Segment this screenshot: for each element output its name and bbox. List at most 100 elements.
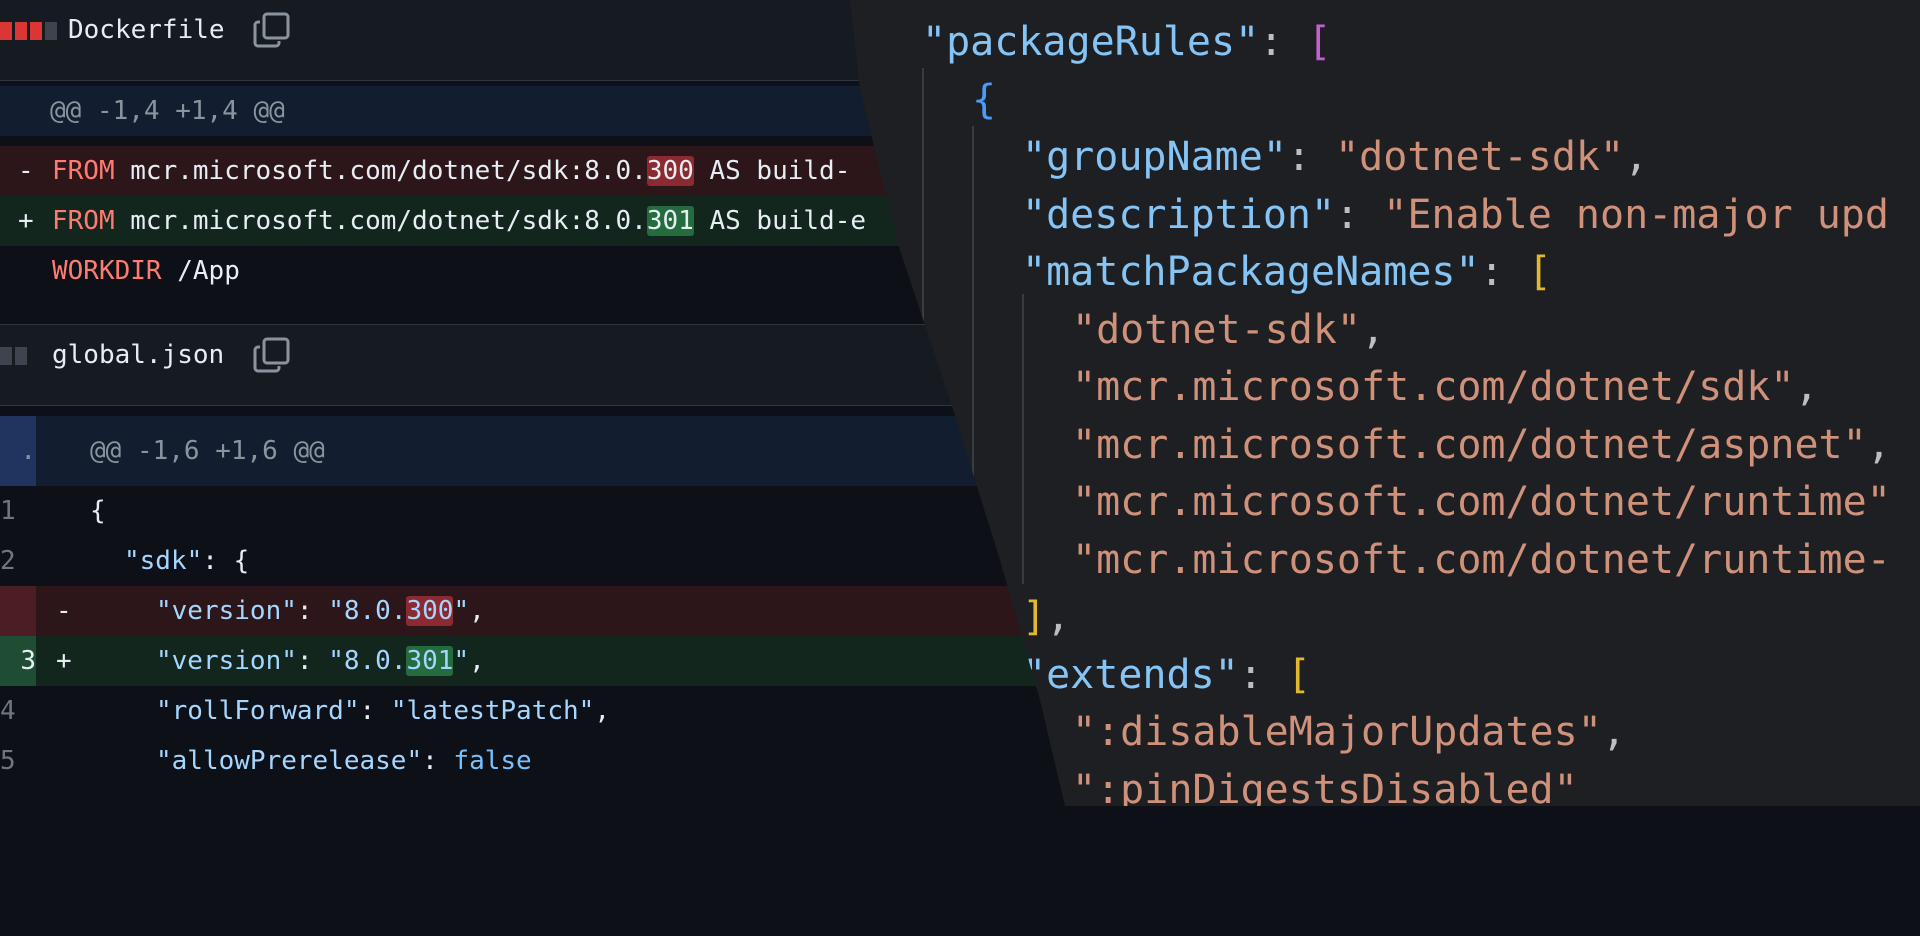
punctuation: : (1259, 19, 1308, 65)
json-string: "mcr.microsoft.com/dotnet/aspnet" (1072, 421, 1867, 468)
json-string: ":disableMajorUpdates" (1072, 709, 1602, 755)
json-string: "dotnet-sdk" (1072, 306, 1361, 353)
json-line: "packageRules": [ (922, 14, 1331, 70)
hunk-text: @@ -1,6 +1,6 @@ (90, 436, 325, 466)
diff-stat-square (15, 22, 27, 40)
code-text: : (359, 696, 391, 726)
punctuation: : (1335, 191, 1384, 238)
diff-stat-squares (0, 347, 27, 365)
code-text: AS build-e (693, 206, 866, 236)
code-text: , (469, 646, 485, 676)
json-string: "Enable non-major upd (1383, 191, 1889, 238)
json-string: "latestPatch" (390, 696, 595, 726)
file-name[interactable]: global.json (52, 337, 224, 373)
diff-sign: + (18, 206, 34, 236)
bracket: [ (1286, 651, 1312, 698)
bracket: [ (1307, 19, 1332, 65)
code-text: : (296, 646, 329, 676)
code-text: /App (161, 256, 240, 286)
json-key: "version" (156, 596, 297, 626)
json-string: "8.0. (328, 646, 407, 676)
code-text: , (594, 696, 610, 726)
json-line: ], (1022, 589, 1070, 645)
line-number (0, 586, 36, 636)
json-line: ":pinDigestsDisabled" (1072, 762, 1578, 807)
json-boolean: false (453, 746, 532, 776)
hunk-text: @@ -1,4 +1,4 @@ (50, 96, 285, 126)
punctuation: , (1046, 594, 1071, 640)
indent-guide (1022, 294, 1024, 584)
copy-icon[interactable] (252, 335, 292, 375)
punctuation: : (1286, 134, 1336, 180)
json-key: "sdk" (124, 546, 203, 576)
changed-token: 300 (646, 156, 694, 186)
json-line: "mcr.microsoft.com/dotnet/sdk", (1072, 359, 1819, 415)
json-line: "extends": [ (1022, 647, 1311, 703)
changed-token: 301 (406, 646, 454, 676)
line-number: 1 (0, 496, 16, 526)
json-string: "mcr.microsoft.com/dotnet/sdk" (1072, 364, 1795, 410)
diff-stat-square (15, 347, 27, 365)
json-key: "version" (156, 646, 297, 676)
diff-stat-square (30, 22, 42, 40)
json-string: " (453, 646, 470, 676)
copy-icon[interactable] (252, 10, 292, 50)
punctuation: : (1479, 249, 1528, 295)
diff-sign: + (56, 646, 72, 676)
code-text: : { (202, 546, 250, 576)
json-string: "mcr.microsoft.com/dotnet/runtime" (1072, 479, 1891, 525)
bracket: ] (1022, 594, 1047, 640)
code-text: mcr.microsoft.com/dotnet/sdk:8.0. (114, 206, 647, 236)
changed-token: 301 (646, 206, 694, 236)
punctuation: : (1238, 651, 1287, 698)
code-text: , (469, 596, 485, 626)
json-key: "matchPackageNames" (1022, 249, 1480, 295)
diff-stat-square (0, 347, 12, 365)
json-string: "mcr.microsoft.com/dotnet/runtime- (1072, 536, 1891, 583)
json-key: "packageRules" (922, 19, 1260, 65)
diff-line-context: 4 "rollForward": "latestPatch", (0, 686, 1100, 736)
json-key: "allowPrerelease" (156, 746, 423, 776)
json-line: "groupName": "dotnet-sdk", (1022, 129, 1648, 185)
json-line: "description": "Enable non-major upd (1022, 187, 1889, 243)
hunk-expand-gutter[interactable]: . (0, 416, 36, 486)
json-line: "mcr.microsoft.com/dotnet/runtime- (1072, 532, 1891, 588)
diff-line-deleted: - "version": "8.0.300", (0, 586, 1100, 636)
code-text: { (90, 496, 106, 526)
json-string: " (453, 596, 470, 626)
line-number: 3 (0, 636, 36, 686)
json-line: "dotnet-sdk", (1072, 302, 1385, 358)
diff-line-added: 3 + "version": "8.0.301", (0, 636, 1100, 686)
diff-stat-square (0, 22, 12, 40)
diff-stat-square (45, 22, 57, 40)
json-line: { (972, 72, 996, 128)
keyword: FROM (52, 206, 115, 236)
line-number: 4 (0, 696, 16, 726)
hunk-header: . @@ -1,6 +1,6 @@ (0, 416, 1100, 486)
json-key: "groupName" (1022, 134, 1287, 180)
json-line: "matchPackageNames": [ (1022, 244, 1552, 300)
diff-sign: - (18, 156, 34, 186)
punctuation: , (1360, 306, 1386, 353)
punctuation: , (1866, 421, 1891, 468)
bracket: { (972, 76, 997, 123)
changed-token: 300 (406, 596, 454, 626)
file-name[interactable]: Dockerfile (68, 12, 225, 48)
keyword: WORKDIR (52, 256, 162, 286)
diff-line-context: 2 "sdk": { (0, 536, 1100, 586)
code-text: : (422, 746, 454, 776)
punctuation: , (1601, 709, 1626, 755)
line-number: 2 (0, 546, 16, 576)
line-number: 5 (0, 746, 16, 776)
punctuation: , (1624, 134, 1649, 180)
json-line: ":disableMajorUpdates", (1072, 704, 1626, 760)
json-key: "rollForward" (156, 696, 360, 726)
json-line: "mcr.microsoft.com/dotnet/aspnet", (1072, 417, 1891, 473)
json-key: "extends" (1022, 651, 1239, 698)
diff-line-context: 1 { (0, 486, 1100, 536)
code-text: mcr.microsoft.com/dotnet/sdk:8.0. (114, 156, 647, 186)
diff-sign: - (56, 596, 72, 626)
keyword: FROM (52, 156, 115, 186)
json-string: "dotnet-sdk" (1335, 134, 1625, 180)
diff-stat-squares (0, 22, 57, 40)
